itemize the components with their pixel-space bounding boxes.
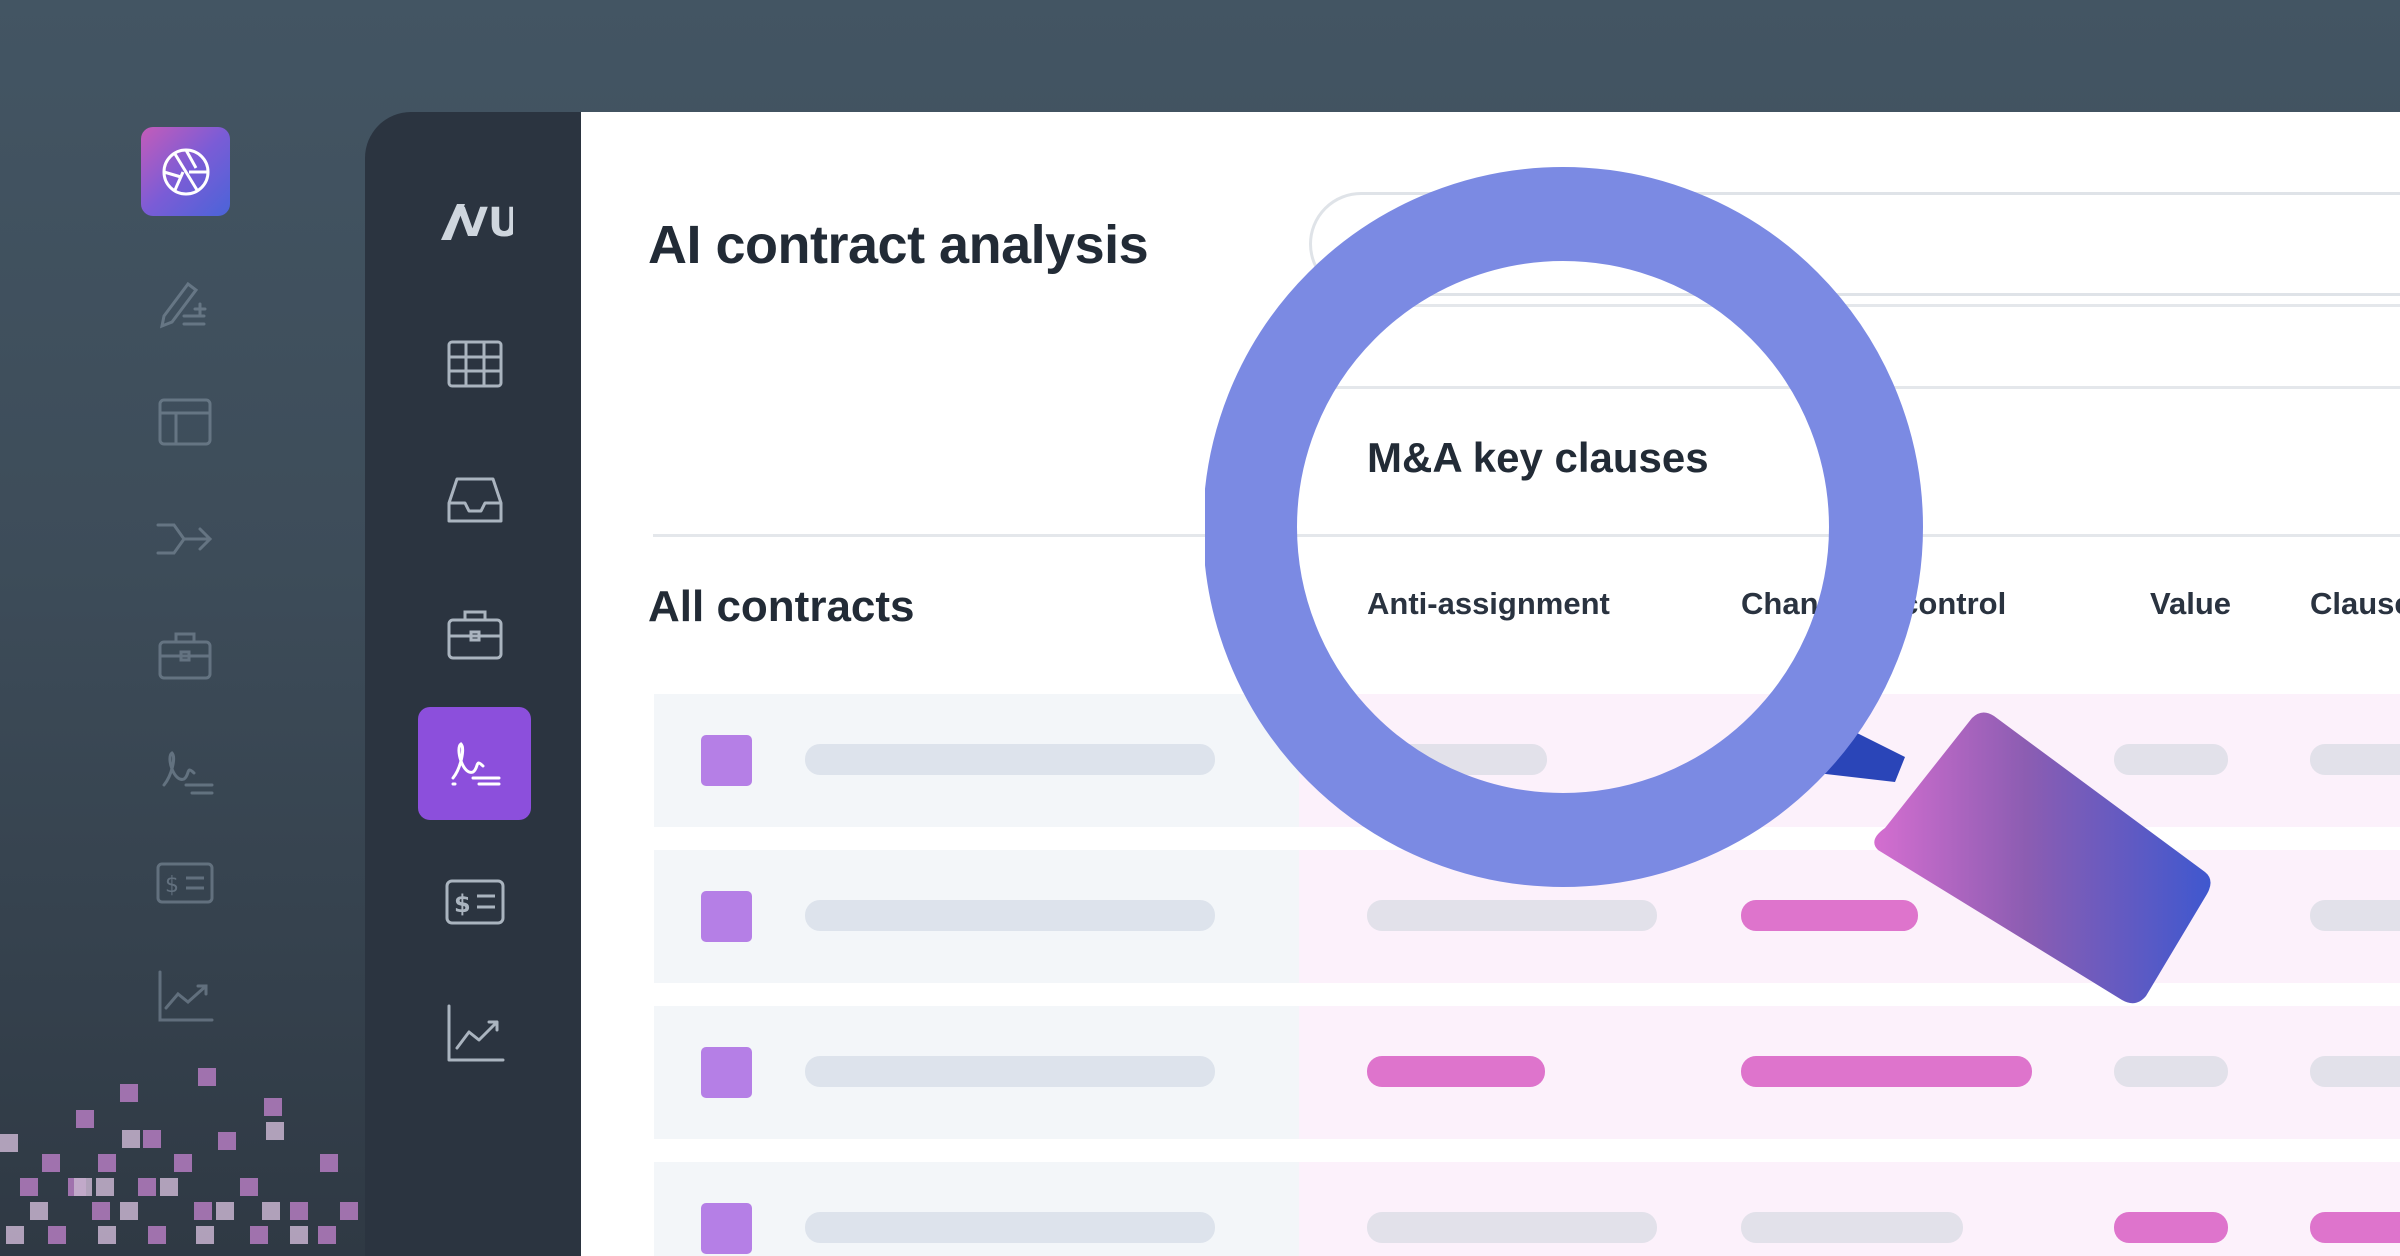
cell-placeholder [2114, 1056, 2228, 1087]
invoice-icon: $ [445, 879, 504, 924]
brand-logo[interactable]: VU [437, 194, 520, 246]
cell-placeholder [1367, 1212, 1657, 1243]
sidebar-item-signature[interactable] [418, 707, 531, 820]
sidebar-item-inbox[interactable] [418, 442, 531, 555]
cell-placeholder [1367, 900, 1657, 931]
divider [653, 534, 2400, 537]
invoice-icon: $ [156, 862, 214, 904]
row-checkbox[interactable] [701, 1047, 752, 1098]
column-header-anti-assignment[interactable]: Anti-assignment [1367, 586, 1610, 622]
page-title: AI contract analysis [648, 215, 1149, 275]
magnifier-handle-icon [1874, 712, 2211, 1004]
contract-name-placeholder [805, 900, 1215, 931]
contract-name-placeholder [805, 1056, 1215, 1087]
divider [1309, 386, 2400, 389]
inbox-icon [447, 477, 502, 522]
column-header-clause[interactable]: Clause [2310, 586, 2400, 622]
brand-logo-icon: VU [441, 200, 520, 246]
sidebar: VU $ [365, 112, 585, 1256]
signature-icon [162, 751, 214, 795]
sidebar-item-briefcase[interactable] [418, 577, 531, 690]
chart-icon [158, 970, 214, 1022]
briefcase-icon [158, 632, 212, 680]
search-input[interactable] [1309, 192, 2400, 296]
contract-name-placeholder [805, 744, 1215, 775]
svg-text:$: $ [165, 873, 179, 898]
section-title: All contracts [648, 582, 915, 631]
cell-placeholder [2310, 1056, 2400, 1087]
pixel-decoration [0, 1068, 358, 1244]
main-panel: AI contract analysis M&A key clauses All… [581, 112, 2400, 1256]
cell-placeholder [2310, 900, 2400, 931]
sidebar-item-invoice[interactable]: $ [418, 844, 531, 957]
divider [1309, 304, 2400, 307]
layout-icon [158, 398, 212, 446]
sidebar-item-grid[interactable] [418, 307, 531, 420]
highlighted-cell [1367, 1056, 1545, 1087]
grid-icon [447, 340, 502, 387]
column-header-value[interactable]: Value [2150, 586, 2231, 622]
briefcase-icon [447, 610, 502, 659]
contract-name-placeholder [805, 1212, 1215, 1243]
app-launcher-logo[interactable] [141, 127, 230, 216]
row-checkbox[interactable] [701, 735, 752, 786]
cell-placeholder [2310, 744, 2400, 775]
row-checkbox[interactable] [701, 1203, 752, 1254]
highlighted-cell [1741, 1056, 2032, 1087]
edit-icon [159, 281, 207, 329]
chart-icon [447, 1004, 504, 1061]
column-header-change-of-control[interactable]: Change of control [1741, 586, 2006, 622]
signature-icon [451, 741, 500, 785]
sidebar-item-analytics[interactable] [418, 977, 531, 1090]
highlighted-cell [2310, 1212, 2400, 1243]
svg-text:$: $ [454, 890, 471, 918]
cell-placeholder [1741, 1212, 1963, 1243]
aperture-icon [162, 148, 209, 195]
cell-placeholder [1367, 744, 1547, 775]
merge-icon [156, 523, 213, 555]
highlighted-cell [2114, 1212, 2228, 1243]
row-checkbox[interactable] [701, 891, 752, 942]
column-group-title: M&A key clauses [1367, 434, 1709, 481]
svg-text:VU: VU [457, 200, 513, 244]
